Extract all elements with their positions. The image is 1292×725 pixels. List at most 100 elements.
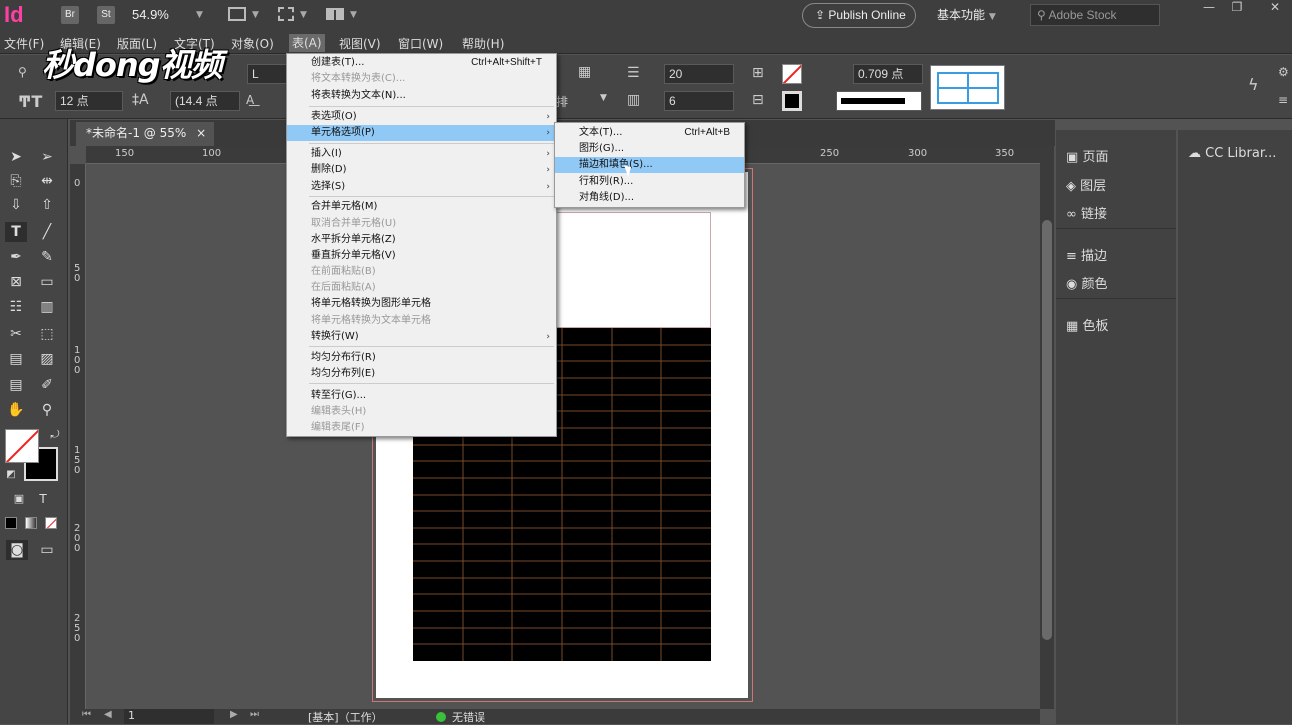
merge-cells-icon[interactable]: ⊞ — [752, 65, 764, 81]
first-page-icon[interactable]: ⏮ — [82, 709, 91, 720]
cc-libraries-button[interactable]: ☁ CC Librar... — [1188, 146, 1276, 161]
rows-field[interactable]: 20 — [664, 64, 734, 84]
direct-selection-tool-icon[interactable]: ➢ — [36, 147, 58, 167]
formatting-text-icon[interactable]: T — [32, 489, 54, 509]
close-icon[interactable]: ✕ — [1262, 0, 1288, 14]
close-tab-icon[interactable]: × — [196, 126, 206, 140]
view-options-icon[interactable] — [228, 7, 246, 21]
menu-item[interactable]: 插入(I) › — [287, 146, 556, 162]
panel-menu-icon[interactable]: ≡ — [1278, 93, 1288, 107]
page-number-field[interactable]: 1 — [124, 709, 214, 724]
layers-panel-button[interactable]: ◈ 图层 — [1066, 175, 1106, 194]
table-grid-icon[interactable]: ▦ — [578, 64, 591, 80]
menu-item[interactable]: 单元格选项(P) › — [287, 125, 556, 141]
arrange-documents-icon[interactable] — [326, 8, 344, 20]
free-transform-tool-icon[interactable]: ⬚ — [36, 324, 58, 344]
prev-page-icon[interactable]: ◀ — [104, 709, 112, 720]
links-panel-button[interactable]: ∞ 链接 — [1066, 203, 1107, 222]
menu-item[interactable]: 转换行(W) › — [287, 329, 556, 345]
columns-field[interactable]: 6 — [664, 91, 734, 111]
selection-tool-icon[interactable]: ➤ — [5, 147, 27, 167]
apply-gradient-icon[interactable] — [25, 517, 37, 529]
menu-help[interactable]: 帮助(H) — [462, 35, 504, 52]
menu-item[interactable]: 表选项(O) › — [287, 109, 556, 125]
menu-item[interactable]: 均匀分布行(R) — [287, 350, 556, 366]
search-icon[interactable]: ⚲ — [18, 65, 27, 79]
menu-item[interactable]: 创建表(T)... Ctrl+Alt+Shift+T — [287, 55, 556, 71]
hand-tool-icon[interactable]: ✋ — [5, 400, 27, 420]
stock-search-input[interactable]: ⚲ Adobe Stock — [1030, 4, 1160, 26]
gradient-feather-tool-icon[interactable]: ▨ — [36, 349, 58, 369]
menu-window[interactable]: 窗口(W) — [398, 35, 443, 52]
document-tab[interactable]: *未命名-1 @ 55% × — [76, 122, 214, 146]
swap-colors-icon[interactable]: ⤾ — [44, 425, 66, 445]
menu-item[interactable]: 文本(T)... Ctrl+Alt+B — [555, 125, 744, 141]
vertical-ruler[interactable]: 0 5 0 1 0 0 1 5 0 2 0 0 2 5 0 — [70, 164, 86, 709]
menu-item[interactable]: 对角线(D)... — [555, 190, 744, 206]
workspace-switcher[interactable]: 基本功能 ▼ — [937, 6, 996, 23]
align-label[interactable]: 排 — [556, 93, 568, 110]
stroke-type-select[interactable] — [836, 91, 922, 111]
zoom-level[interactable]: 54.9% — [132, 7, 169, 22]
font-size-field[interactable]: 12 点 — [55, 91, 123, 111]
view-dropdown-icon[interactable]: ▼ — [252, 10, 259, 20]
zoom-tool-icon[interactable]: ⚲ — [36, 400, 58, 420]
menu-item[interactable]: 合并单元格(M) — [287, 199, 556, 215]
menu-table[interactable]: 表(A) — [289, 34, 325, 52]
gear-icon[interactable]: ⚙ — [1278, 65, 1289, 79]
menu-item[interactable]: 选择(S) › — [287, 179, 556, 195]
page-tool-icon[interactable]: ⎘ — [5, 171, 27, 191]
default-colors-icon[interactable]: ◩ — [0, 465, 22, 485]
unmerge-icon[interactable]: ⊟ — [752, 92, 764, 108]
arrange-dropdown-icon[interactable]: ▼ — [350, 10, 357, 20]
scrollbar-thumb[interactable] — [1042, 220, 1052, 640]
menu-item[interactable]: 将单元格转换为图形单元格 — [287, 296, 556, 312]
next-page-icon[interactable]: ▶ — [230, 709, 238, 720]
line-tool-icon[interactable]: ╱ — [36, 222, 58, 242]
normal-view-mode-icon[interactable]: ◙ — [6, 540, 28, 560]
content-collector-icon[interactable]: ⇩ — [5, 195, 27, 215]
fill-swatch-none[interactable] — [782, 64, 802, 84]
gap-tool-icon[interactable]: ⇹ — [36, 171, 58, 191]
align-dropdown-icon[interactable]: ▼ — [600, 93, 607, 103]
rectangle-frame-tool-icon[interactable]: ⊠ — [5, 272, 27, 292]
formatting-container-icon[interactable]: ▣ — [8, 489, 30, 509]
menu-item[interactable]: 转至行(G)... — [287, 388, 556, 404]
font-style-field[interactable]: L — [247, 64, 287, 84]
apply-none-icon[interactable] — [45, 517, 57, 529]
menu-item[interactable]: 将表转换为文本(N)... — [287, 88, 556, 104]
preflight-status[interactable]: 无错误 — [452, 709, 485, 725]
fill-color-swatch[interactable] — [5, 429, 39, 463]
apply-color-icon[interactable] — [5, 517, 17, 529]
screen-mode-dropdown-icon[interactable]: ▼ — [300, 10, 307, 20]
lightning-icon[interactable]: ϟ — [1248, 75, 1259, 94]
last-page-icon[interactable]: ⏭ — [250, 709, 259, 720]
eyedropper-tool-icon[interactable]: ✐ — [36, 375, 58, 395]
table-stroke-proxy[interactable] — [930, 65, 1005, 110]
gradient-swatch-tool-icon[interactable]: ▤ — [5, 349, 27, 369]
content-placer-icon[interactable]: ⇧ — [36, 195, 58, 215]
menu-object[interactable]: 对象(O) — [231, 35, 274, 52]
menu-item[interactable]: 图形(G)... — [555, 141, 744, 157]
rectangle-tool-icon[interactable]: ▭ — [36, 272, 58, 292]
menu-item[interactable]: 行和列(R)... — [555, 174, 744, 190]
menu-item[interactable]: 垂直拆分单元格(V) — [287, 248, 556, 264]
vertical-grid-tool-icon[interactable]: ▥ — [36, 297, 58, 317]
restore-icon[interactable]: ❐ — [1224, 0, 1250, 14]
stroke-panel-button[interactable]: ≡ 描边 — [1066, 245, 1107, 264]
scissors-tool-icon[interactable]: ✂ — [5, 324, 27, 344]
bridge-button[interactable]: Br — [61, 6, 79, 24]
note-tool-icon[interactable]: ▤ — [5, 375, 27, 395]
menu-item[interactable]: 描边和填色(S)... — [555, 157, 744, 173]
menu-file[interactable]: 文件(F) — [4, 35, 44, 52]
pencil-tool-icon[interactable]: ✎ — [36, 247, 58, 267]
stroke-weight-field[interactable]: 0.709 点 — [853, 64, 923, 84]
stock-button[interactable]: St — [97, 6, 115, 24]
leading-field[interactable]: (14.4 点 — [170, 91, 240, 111]
menu-view[interactable]: 视图(V) — [339, 35, 381, 52]
menu-item[interactable]: 均匀分布列(E) — [287, 366, 556, 382]
menu-item[interactable]: 删除(D) › — [287, 162, 556, 178]
publish-online-button[interactable]: ⇪ Publish Online — [802, 3, 916, 28]
stroke-swatch[interactable] — [782, 91, 802, 111]
minimize-icon[interactable]: — — [1196, 0, 1222, 14]
